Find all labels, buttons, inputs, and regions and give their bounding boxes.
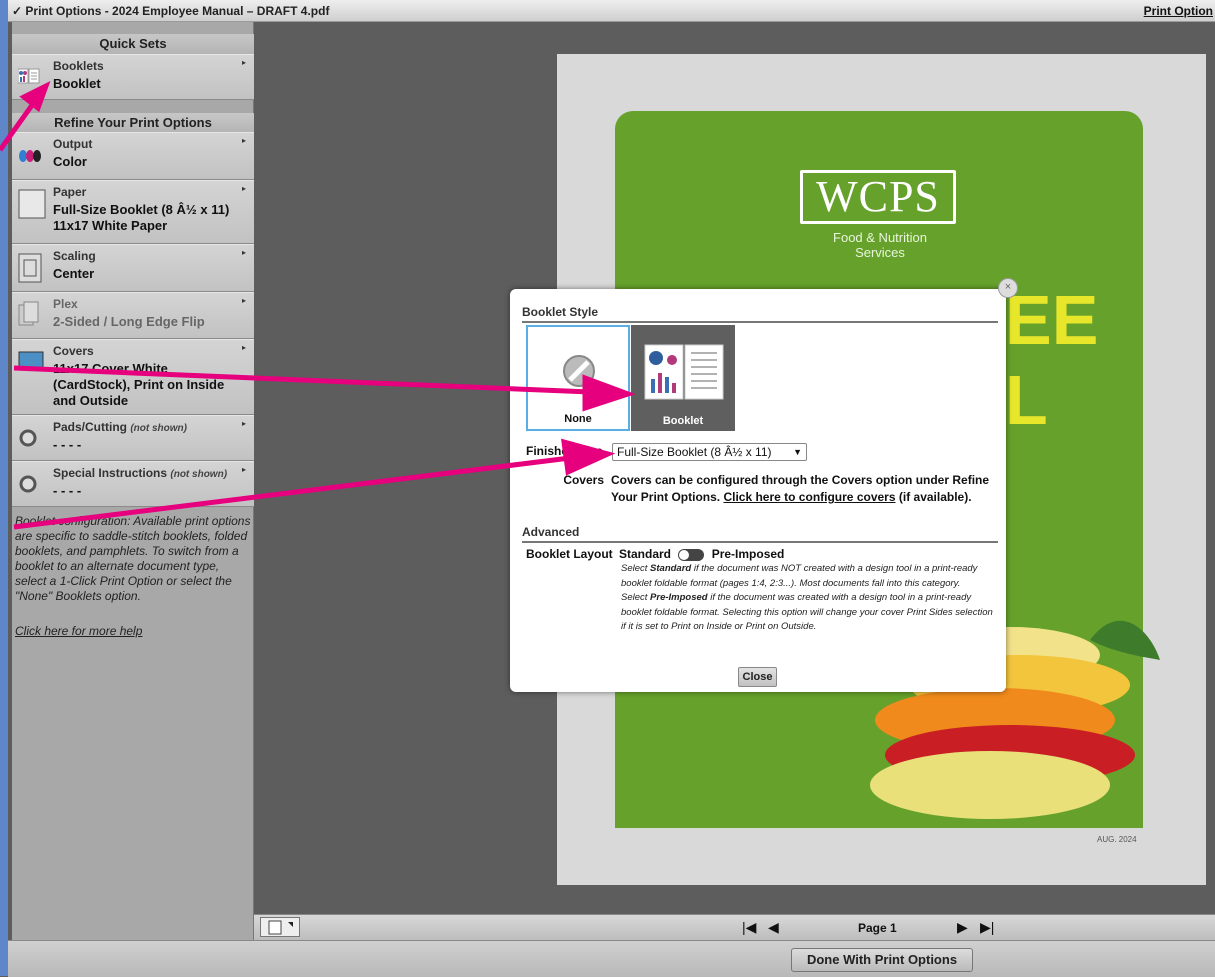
refine-options-header: Refine Your Print Options [12,113,254,133]
scaling-label: Scaling [53,249,96,263]
paper-option[interactable]: Paper Full-Size Booklet (8 Â½ x 11) 11x1… [12,180,254,244]
covers-option[interactable]: Covers 11x17 Cover White (CardStock), Pr… [12,339,254,415]
paper-label: Paper [53,185,87,199]
layout-toggle-switch[interactable] [678,548,705,561]
style-booklet-label: Booklet [662,415,704,427]
scaling-value: Center [53,266,95,281]
advanced-header: Advanced [522,525,998,543]
caret-icon: ▸ [241,184,246,193]
layout-description: Select Standard if the document was NOT … [621,563,993,632]
next-page-button[interactable]: ▶ [957,919,968,936]
booklet-options-dialog: × Booklet Style None Booklet Finished Si… [510,278,1018,692]
style-none-label: None [564,413,592,425]
covers-value: 11x17 Cover White (CardStock), Print on … [53,361,225,408]
covers-info-suffix: (if available). [898,490,972,504]
page-view-button[interactable] [260,917,300,937]
none-icon [563,355,595,387]
pre-imposed-option-label: Pre-Imposed [711,547,785,561]
ink-drops-icon [18,145,42,168]
done-with-print-options-button[interactable]: Done With Print Options [791,948,973,972]
finished-size-label: Finished Size [526,444,603,458]
circle-icon [18,428,38,453]
logo-subtitle: Food & Nutrition Services [833,230,927,260]
dialog-close-button[interactable]: Close [738,667,777,687]
quick-sets-header: Quick Sets [12,34,254,54]
booklet-help: Booklet configuration: Available print o… [15,514,251,638]
cover-title-fragment: EE L [1005,281,1099,439]
configure-covers-link[interactable]: Click here to configure covers [723,490,895,504]
plex-option[interactable]: Plex 2-Sided / Long Edge Flip ▸ [12,292,254,339]
scaling-icon [18,253,42,288]
covers-label: Covers [53,344,94,358]
options-sidebar: Quick Sets Booklets Booklet ▸ Refine You… [12,22,254,940]
caret-icon: ▸ [241,58,246,67]
covers-info: Covers can be configured through the Cov… [611,472,991,506]
booklet-style-header: Booklet Style [522,305,998,323]
paper-icon [18,189,46,224]
output-value: Color [53,154,87,169]
booklets-option[interactable]: Booklets Booklet ▸ [12,54,254,100]
page-nav-bar: |◀ ◀ Page 1 ▶ ▶| [254,914,1215,940]
caret-icon: ▸ [241,419,246,428]
page-indicator: Page 1 [858,921,897,935]
standard-option-label: Standard [619,547,672,561]
caret-icon: ▸ [241,465,246,474]
caret-icon: ▸ [241,343,246,352]
paper-value: Full-Size Booklet (8 Â½ x 11) 11x17 Whit… [53,202,230,233]
covers-row-label: Covers [563,473,604,487]
booklet-icon [644,344,724,400]
circle-icon [18,474,38,499]
dialog-close-icon[interactable]: × [998,278,1018,298]
style-booklet-tile[interactable]: Booklet [631,325,735,431]
footer-bar: Done With Print Options [8,940,1215,977]
title-bar: ✓ Print Options - 2024 Employee Manual –… [8,0,1215,22]
caret-icon: ▸ [241,136,246,145]
finished-size-select[interactable]: Full-Size Booklet (8 Â½ x 11) ▼ [612,443,807,461]
last-page-button[interactable]: ▶| [980,919,994,936]
two-sided-icon [18,301,40,334]
special-instructions-option[interactable]: Special Instructions (not shown) - - - -… [12,461,254,507]
wcps-logo: WCPS [800,170,956,224]
booklet-help-text: Booklet configuration: Available print o… [15,514,251,603]
dropdown-arrow-icon: ▼ [793,447,802,457]
booklet-layout-label: Booklet Layout [526,547,613,561]
plex-label: Plex [53,297,78,311]
special-label: Special Instructions (not shown) [53,466,228,480]
finished-size-value: Full-Size Booklet (8 Â½ x 11) [617,445,772,459]
window-left-edge [0,0,8,976]
plex-value: 2-Sided / Long Edge Flip [53,314,205,329]
cover-date: AUG. 2024 [1097,835,1137,844]
scaling-option[interactable]: Scaling Center ▸ [12,244,254,292]
style-none-tile[interactable]: None [526,325,630,431]
caret-icon: ▸ [241,248,246,257]
booklet-icon [17,67,42,90]
first-page-button[interactable]: |◀ [742,919,756,936]
output-option[interactable]: Output Color ▸ [12,132,254,180]
pads-label: Pads/Cutting (not shown) [53,420,187,434]
window-title: ✓ Print Options - 2024 Employee Manual –… [12,4,330,18]
more-help-link[interactable]: Click here for more help [15,624,142,639]
booklets-value: Booklet [53,76,101,91]
booklets-label: Booklets [53,59,104,73]
output-label: Output [53,137,93,151]
cover-icon [18,350,44,375]
prev-page-button[interactable]: ◀ [768,919,779,936]
special-value: - - - - [53,483,82,498]
pads-cutting-option[interactable]: Pads/Cutting (not shown) - - - - ▸ [12,415,254,461]
layout-toggle-row: Standard Pre-Imposed [619,547,784,561]
pads-value: - - - - [53,437,82,452]
caret-icon: ▸ [241,296,246,305]
print-options-link[interactable]: Print Option [1144,4,1213,18]
